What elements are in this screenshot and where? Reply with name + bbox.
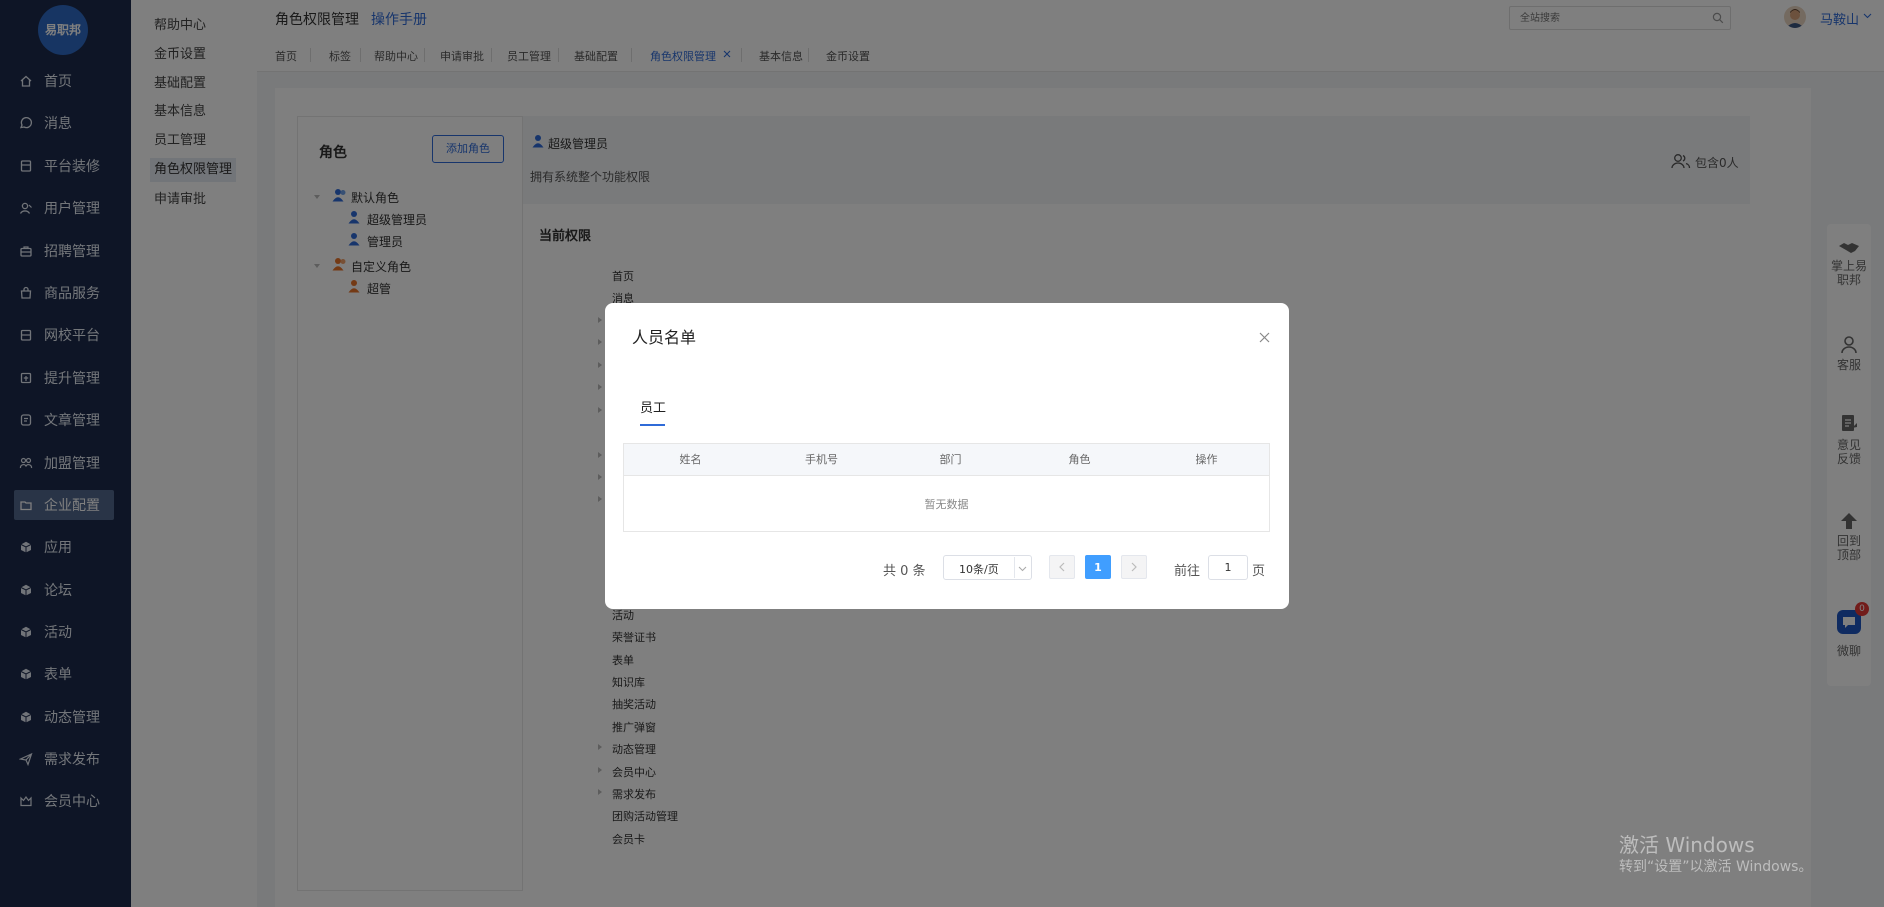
column-header-role: 角色	[1068, 453, 1091, 466]
prev-page-button[interactable]	[1049, 555, 1075, 579]
chevron-left-icon	[1058, 562, 1066, 572]
tab-staff[interactable]: 员工	[640, 397, 666, 416]
page-size-value: 10条/页	[959, 563, 999, 576]
staff-list-dialog: 人员名单 员工 姓名 手机号 部门 角色 操作 暂无数据 共 0 条 10条/页…	[605, 303, 1289, 609]
goto-page-input[interactable]: 1	[1208, 555, 1248, 580]
column-header-phone: 手机号	[805, 453, 838, 466]
page-button-current[interactable]: 1	[1085, 555, 1111, 579]
column-header-actions: 操作	[1195, 453, 1218, 466]
activation-watermark-title: 激活 Windows	[1619, 833, 1755, 857]
table-header: 姓名 手机号 部门 角色 操作	[624, 444, 1269, 476]
activation-watermark-subtitle: 转到“设置”以激活 Windows。	[1619, 859, 1813, 875]
column-header-name: 姓名	[679, 453, 702, 466]
goto-suffix: 页	[1252, 564, 1266, 579]
dialog-title: 人员名单	[632, 328, 697, 347]
empty-state-text: 暂无数据	[924, 498, 969, 511]
staff-table: 姓名 手机号 部门 角色 操作 暂无数据	[623, 443, 1270, 532]
select-divider	[1014, 557, 1015, 578]
pagination-total: 共 0 条	[883, 564, 926, 579]
close-icon[interactable]	[1259, 332, 1270, 343]
column-header-department: 部门	[939, 453, 962, 466]
goto-label: 前往	[1174, 564, 1201, 579]
page-size-select[interactable]: 10条/页	[943, 555, 1032, 580]
chevron-down-icon	[1018, 564, 1027, 573]
next-page-button[interactable]	[1121, 555, 1147, 579]
active-tab-indicator	[640, 424, 665, 426]
chevron-right-icon	[1130, 562, 1138, 572]
